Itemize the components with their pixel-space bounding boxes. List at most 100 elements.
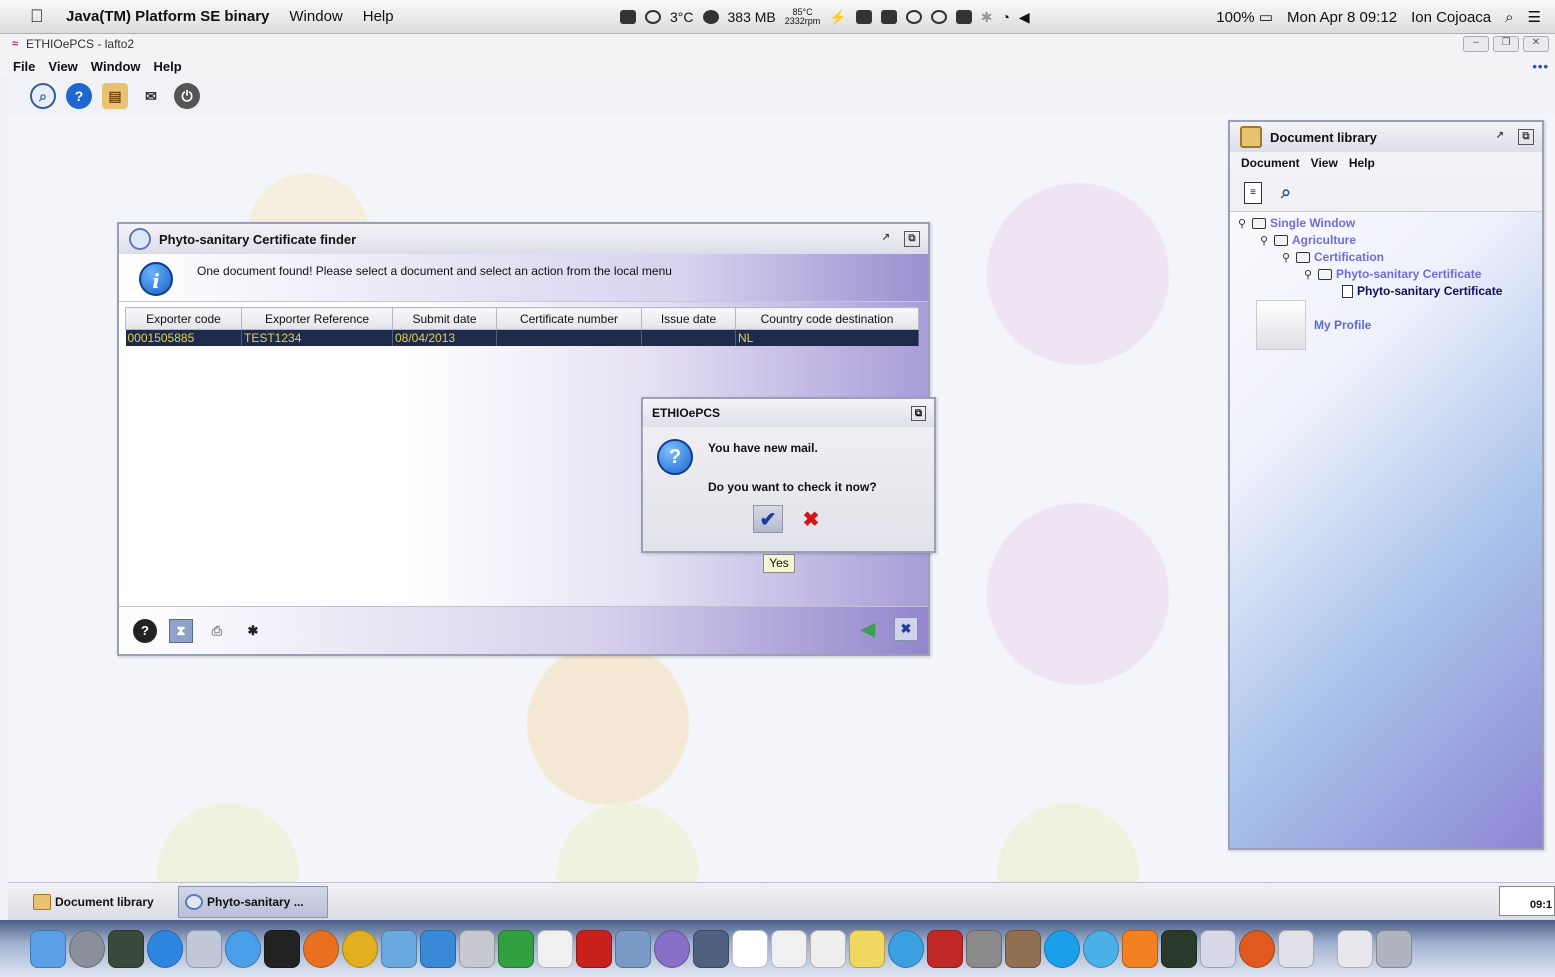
tree-label-agriculture[interactable]: Agriculture [1292, 233, 1356, 247]
user-name[interactable]: Ion Cojoaca [1411, 9, 1491, 26]
launchpad-dock-icon[interactable] [69, 929, 105, 968]
preview-dock-icon[interactable] [186, 929, 222, 968]
vpn-dock-icon[interactable] [498, 929, 534, 968]
more-icon[interactable]: ••• [1532, 59, 1549, 74]
weather-readout[interactable]: 3°C [670, 9, 694, 25]
sphere-dock-icon[interactable] [654, 929, 690, 968]
back-icon[interactable]: ◀ [856, 617, 880, 641]
memory-readout[interactable]: 383 MB [728, 9, 776, 25]
vlc-dock-icon[interactable] [1122, 929, 1158, 968]
dialog-titlebar[interactable]: ETHIOePCS ⧉ [643, 399, 934, 427]
iconify-icon[interactable]: ↗ [878, 231, 894, 247]
doclib-menu-help[interactable]: Help [1349, 156, 1375, 170]
task-document-library[interactable]: Document library [26, 886, 176, 918]
notes-dock-icon[interactable] [771, 929, 807, 968]
column-header[interactable]: Exporter code [125, 307, 242, 330]
chat-icon[interactable] [930, 10, 947, 24]
java-dock-icon[interactable] [1278, 929, 1314, 968]
column-header[interactable]: Country code destination [735, 307, 919, 330]
column-header[interactable]: Exporter Reference [241, 307, 393, 330]
appstore-dock-icon[interactable] [147, 929, 183, 968]
status-monitor-icon[interactable] [645, 10, 661, 24]
cell-issue-date[interactable] [641, 329, 736, 346]
chrome-dock-icon[interactable] [342, 929, 378, 968]
doclib-titlebar[interactable]: Document library ↗ ⧉ [1230, 122, 1542, 152]
doclib-menu-view[interactable]: View [1311, 156, 1338, 170]
tree-node-phyto-document[interactable]: Phyto-sanitary Certificate [1342, 284, 1502, 298]
stickies-dock-icon[interactable] [849, 929, 885, 968]
mac-menu-window[interactable]: Window [289, 8, 342, 25]
textedit-dock-icon[interactable] [810, 929, 846, 968]
wifi-icon[interactable]: ◔ [1001, 9, 1009, 25]
filter-icon[interactable]: ⧗ [169, 618, 193, 643]
yes-button[interactable]: ✔ [753, 505, 783, 533]
column-header[interactable]: Submit date [392, 307, 497, 330]
keyboard-icon[interactable] [955, 10, 972, 24]
restore-button[interactable]: ❐ [1493, 36, 1519, 52]
apple-menu-icon[interactable]:  [30, 6, 48, 27]
mac-menu-help[interactable]: Help [363, 8, 394, 25]
battery-readout[interactable]: 100% ▭ [1216, 8, 1273, 26]
no-button[interactable]: ✖ [796, 505, 826, 533]
my-profile-link[interactable]: My Profile [1314, 318, 1371, 332]
messages-dock-icon[interactable] [1083, 929, 1119, 968]
syspref-dock-icon[interactable] [966, 929, 1002, 968]
close-window-button[interactable]: ✕ [1523, 36, 1549, 52]
timemachine-icon[interactable] [905, 10, 922, 24]
status-app-icon[interactable] [620, 10, 636, 24]
safari-dock-icon[interactable] [225, 929, 261, 968]
menu-window[interactable]: Window [91, 59, 141, 74]
cell-exporter-code[interactable]: 0001505885 [125, 329, 242, 346]
tree-node-phyto-folder[interactable]: ⚲ Phyto-sanitary Certificate [1304, 267, 1481, 281]
finder-titlebar[interactable]: Phyto-sanitary Certificate finder ↗ ⧉ [119, 224, 928, 254]
help-icon[interactable]: ? [66, 83, 92, 109]
menu-file[interactable]: File [13, 59, 35, 74]
power-icon[interactable]: ⏻ [174, 83, 200, 109]
notification-list-icon[interactable]: ☰ [1528, 8, 1541, 26]
tree-node-certification[interactable]: ⚲ Certification [1282, 250, 1384, 264]
mail-dock-icon[interactable] [381, 929, 417, 968]
table-row[interactable]: 0001505885 TEST1234 08/04/2013 NL [125, 329, 919, 346]
temp-fan-readout[interactable]: 85°C 2332rpm [785, 8, 821, 26]
menu-view[interactable]: View [48, 59, 77, 74]
finder-dock-icon[interactable] [30, 929, 66, 968]
minimize-button[interactable]: – [1463, 36, 1489, 52]
tree-node-single-window[interactable]: ⚲ Single Window [1238, 216, 1355, 230]
bluetooth-icon[interactable]: ✱ [981, 9, 993, 26]
trash-dock-icon[interactable] [1376, 929, 1412, 968]
filezilla-dock-icon[interactable] [576, 929, 612, 968]
help-icon[interactable]: ? [133, 618, 157, 643]
maximize-icon[interactable]: ⧉ [904, 231, 920, 247]
cell-submit-date[interactable]: 08/04/2013 [392, 329, 497, 346]
vcs-dock-icon[interactable] [537, 929, 573, 968]
search-icon[interactable]: ⌕ [1274, 181, 1298, 205]
taskbar-clock[interactable]: 09:1 [1499, 886, 1555, 916]
terminal-dock-icon[interactable] [264, 929, 300, 968]
calendar-dock-icon[interactable] [732, 929, 768, 968]
task-phyto-sanitary[interactable]: Phyto-sanitary ... [178, 886, 328, 918]
activity-monitor-dock-icon[interactable] [1161, 929, 1197, 968]
dashboard-dock-icon[interactable] [108, 929, 144, 968]
network-activity-icon[interactable] [855, 10, 872, 24]
cell-country-code[interactable]: NL [735, 329, 919, 346]
mail-icon[interactable]: ✉ [138, 83, 164, 109]
activity-dock-icon[interactable] [615, 929, 651, 968]
app-name-menu[interactable]: Java(TM) Platform SE binary [66, 8, 269, 25]
photobooth-dock-icon[interactable] [927, 929, 963, 968]
tree-label-phyto-folder[interactable]: Phyto-sanitary Certificate [1336, 267, 1481, 281]
documents-dock-icon[interactable] [1337, 929, 1373, 968]
tree-label-phyto-document[interactable]: Phyto-sanitary Certificate [1357, 284, 1502, 298]
spotlight-icon[interactable]: ⌕ [1505, 9, 1513, 26]
cell-exporter-reference[interactable]: TEST1234 [241, 329, 393, 346]
skype-dock-icon[interactable] [1044, 929, 1080, 968]
maximize-icon[interactable]: ⧉ [1518, 129, 1534, 145]
close-icon[interactable]: ✖ [894, 617, 918, 641]
network-dock-icon[interactable] [420, 929, 456, 968]
cell-certificate-number[interactable] [496, 329, 642, 346]
firefox-dock-icon[interactable] [303, 929, 339, 968]
tree-label-single-window[interactable]: Single Window [1270, 216, 1355, 230]
profile-avatar[interactable] [1256, 300, 1306, 350]
clock-readout[interactable]: Mon Apr 8 09:12 [1287, 9, 1397, 26]
column-header[interactable]: Certificate number [496, 307, 642, 330]
search-icon[interactable]: ⌕ [30, 83, 56, 109]
